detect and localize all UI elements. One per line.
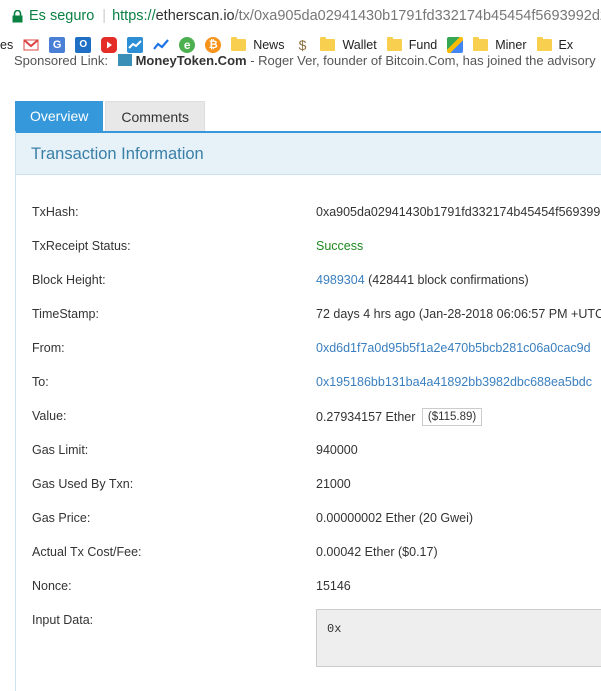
bookmark-label: Fund (408, 38, 438, 52)
bitcoin-icon: ₿ (205, 37, 222, 53)
panel-title: Transaction Information (16, 131, 601, 175)
folder-icon (320, 37, 336, 51)
gas-limit-value: 940000 (316, 443, 358, 457)
bookmark-label: Miner (495, 38, 527, 52)
row-from: From: 0xd6d1f7a0d95b5f1a2e470b5bcb281c06… (16, 331, 601, 365)
row-status: TxReceipt Status: Success (16, 229, 601, 263)
folder-icon (386, 37, 402, 51)
folder-icon (231, 37, 247, 51)
value-label: Value: (32, 409, 67, 423)
folder-icon (473, 37, 489, 51)
tab-comments[interactable]: Comments (105, 101, 206, 131)
folder-icon (536, 37, 552, 51)
gas-used-label: Gas Used By Txn: (32, 477, 134, 491)
e-icon: e (179, 37, 196, 53)
txhash-value: 0xa905da02941430b1791fd332174b45454f5693… (316, 205, 601, 219)
gas-price-value: 0.00000002 Ether (20 Gwei) (316, 511, 474, 525)
value-usd-badge: ($115.89) (421, 408, 483, 426)
value-ether: 0.27934157 Ether (316, 410, 416, 424)
tab-bar: Overview Comments (15, 101, 206, 131)
gas-used-value: 21000 (316, 477, 351, 491)
row-gas-limit: Gas Limit: 940000 (16, 433, 601, 467)
block-link[interactable]: 4989304 (316, 273, 365, 287)
youtube-icon (101, 37, 118, 53)
sponsored-link[interactable]: Sponsored Link: MoneyToken.Com - Roger V… (14, 53, 601, 69)
to-label: To: (32, 375, 49, 389)
url-scheme: https:// (112, 8, 156, 24)
row-nonce: Nonce: 15146 (16, 569, 601, 603)
trend-icon (153, 37, 170, 53)
row-tx-cost: Actual Tx Cost/Fee: 0.00042 Ether ($0.17… (16, 535, 601, 569)
status-label: TxReceipt Status: (32, 239, 131, 253)
maps-icon (447, 37, 464, 53)
nonce-value: 15146 (316, 579, 351, 593)
tx-cost-value: 0.00042 Ether ($0.17) (316, 545, 438, 559)
block-confirmations: (428441 block confirmations) (364, 273, 529, 287)
from-label: From: (32, 341, 65, 355)
row-to: To: 0x195186bb131ba4a41892bb3982dbc688ea… (16, 365, 601, 399)
gmail-icon (23, 37, 40, 53)
input-data-field[interactable]: 0x (316, 609, 601, 667)
row-gas-used: Gas Used By Txn: 21000 (16, 467, 601, 501)
row-gas-price: Gas Price: 0.00000002 Ether (20 Gwei) (16, 501, 601, 535)
nonce-label: Nonce: (32, 579, 72, 593)
timestamp-label: TimeStamp: (32, 307, 99, 321)
moneytoken-icon (117, 54, 132, 66)
row-timestamp: TimeStamp: 72 days 4 hrs ago (Jan-28-201… (16, 297, 601, 331)
block-height-label: Block Height: (32, 273, 106, 287)
bookmark-label: Ex (558, 38, 574, 52)
status-value: Success (316, 239, 364, 253)
bookmark-label: News (253, 38, 285, 52)
url-path: /tx/0xa905da02941430b1791fd332174b45454f… (234, 8, 601, 24)
bookmark-label: es (0, 38, 14, 52)
timestamp-value: 72 days 4 hrs ago (Jan-28-2018 06:06:57 … (316, 307, 601, 321)
url-host: etherscan.io (155, 8, 235, 24)
tx-cost-label: Actual Tx Cost/Fee: (32, 545, 142, 559)
transaction-rows: TxHash: 0xa905da02941430b1791fd332174b45… (16, 195, 601, 637)
chart-icon (127, 37, 144, 53)
input-data-label: Input Data: (32, 613, 94, 627)
row-txhash: TxHash: 0xa905da02941430b1791fd332174b45… (16, 195, 601, 229)
to-address-link[interactable]: 0x195186bb131ba4a41892bb3982dbc688ea5bdc (316, 375, 592, 389)
sponsor-text: - Roger Ver, founder of Bitcoin.Com, has… (246, 53, 596, 68)
sponsor-prefix: Sponsored Link: (14, 53, 108, 68)
lock-icon (12, 9, 23, 23)
docs-icon: G (49, 37, 66, 53)
txhash-label: TxHash: (32, 205, 79, 219)
gas-price-label: Gas Price: (32, 511, 91, 525)
separator: | (102, 8, 107, 24)
sponsor-brand: MoneyToken.Com (135, 53, 247, 68)
address-bar[interactable]: Es seguro | https://etherscan.io/tx/0xa9… (0, 0, 601, 33)
row-value: Value: 0.27934157 Ether ($115.89) (16, 399, 601, 433)
outlook-icon: O (75, 37, 92, 53)
row-block-height: Block Height: 4989304 (428441 block conf… (16, 263, 601, 297)
from-address-link[interactable]: 0xd6d1f7a0d95b5f1a2e470b5bcb281c06a0cac9… (316, 341, 591, 355)
url-box[interactable]: Es seguro | https://etherscan.io/tx/0xa9… (4, 4, 601, 28)
secure-label: Es seguro (29, 8, 95, 24)
dollar-icon: $ (298, 37, 307, 53)
transaction-panel: Transaction Information TxHash: 0xa905da… (15, 131, 601, 691)
gas-limit-label: Gas Limit: (32, 443, 89, 457)
tab-overview[interactable]: Overview (15, 101, 104, 131)
bookmark-label: Wallet (342, 38, 377, 52)
